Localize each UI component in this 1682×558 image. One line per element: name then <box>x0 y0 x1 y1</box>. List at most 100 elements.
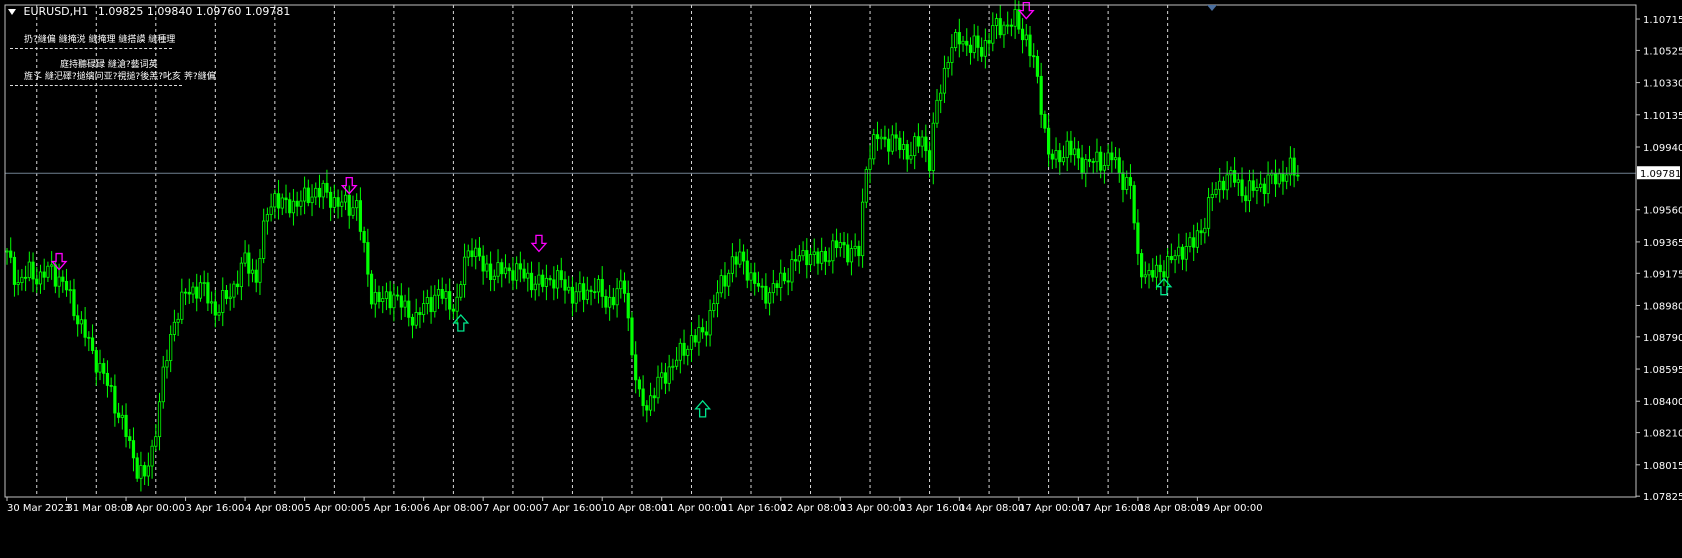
candle-body-194 <box>727 272 731 287</box>
y-tick-label-8: 1.08980 <box>1643 301 1682 312</box>
candle-body-205 <box>768 292 772 304</box>
candle-body-186 <box>697 327 701 343</box>
candle-body-26 <box>102 363 106 374</box>
candle-body-175 <box>656 376 660 399</box>
candle-body-90 <box>340 201 344 207</box>
candle-body-133 <box>500 262 504 275</box>
candle-body-142 <box>533 283 537 291</box>
candle-body-319 <box>1192 237 1196 248</box>
candle-body-285 <box>1065 140 1069 159</box>
current-price-text: 1.09781 <box>1640 169 1681 180</box>
candle-body-240 <box>898 137 902 150</box>
candle-body-28 <box>109 385 113 387</box>
x-tick-label-17: 17 Apr 00:00 <box>1019 503 1084 514</box>
candle-body-119 <box>448 291 452 310</box>
candle-body-22 <box>87 336 91 339</box>
indicator-line-1: 扔?縫偏 縫掩涚 縫掩理 縫搭謨 縫種理 <box>24 35 176 45</box>
candle-body-82 <box>310 196 314 204</box>
candle-body-79 <box>299 200 303 207</box>
candle-body-127 <box>477 247 482 257</box>
candle-body-161 <box>604 295 608 308</box>
x-tick-label-4: 4 Apr 08:00 <box>245 503 304 514</box>
x-tick-label-5: 5 Apr 00:00 <box>305 503 364 514</box>
candle-body-8 <box>35 278 39 285</box>
candle-body-321 <box>1199 230 1203 234</box>
candle-body-176 <box>660 372 664 378</box>
candle-body-328 <box>1225 174 1229 191</box>
candle-body-140 <box>526 272 530 279</box>
candle-body-270 <box>1009 24 1014 27</box>
candle-body-114 <box>429 297 433 313</box>
candle-body-169 <box>634 354 638 381</box>
candle-body-177 <box>663 372 668 384</box>
candle-body-274 <box>1024 34 1028 41</box>
candle-body-248 <box>927 150 932 172</box>
candle-body-130 <box>488 263 493 281</box>
candle-body-298 <box>1113 157 1118 161</box>
candle-body-252 <box>942 67 947 94</box>
candle-body-232 <box>868 158 872 170</box>
candle-body-148 <box>555 270 560 289</box>
candle-body-104 <box>392 294 396 309</box>
candle-body-109 <box>410 316 415 326</box>
candle-body-65 <box>247 252 251 274</box>
candle-body-291 <box>1087 159 1092 162</box>
candle-body-158 <box>593 291 597 294</box>
candle-body-245 <box>916 136 921 147</box>
candle-body-267 <box>998 18 1002 36</box>
candle-body-261 <box>976 35 980 48</box>
x-tick-label-18: 17 Apr 16:00 <box>1078 503 1143 514</box>
candle-body-324 <box>1210 193 1214 199</box>
candle-body-179 <box>671 365 675 368</box>
candle-body-58 <box>221 290 225 313</box>
candle-body-146 <box>548 277 552 281</box>
candle-body-257 <box>961 40 965 45</box>
candle-body-123 <box>462 256 467 285</box>
x-tick-label-10: 10 Apr 08:00 <box>602 503 667 514</box>
candle-body-253 <box>946 62 950 69</box>
candle-body-62 <box>236 283 240 288</box>
candle-body-2 <box>12 256 17 285</box>
candle-body-193 <box>723 275 727 287</box>
candle-body-212 <box>794 259 798 262</box>
candle-body-110 <box>414 312 418 326</box>
x-tick-label-9: 7 Apr 16:00 <box>543 503 602 514</box>
x-tick-label-11: 11 Apr 00:00 <box>662 503 727 514</box>
indicator-separator-1 <box>10 48 172 49</box>
candle-body-172 <box>645 405 649 411</box>
candle-body-166 <box>622 280 627 294</box>
y-tick-label-0: 1.10715 <box>1643 15 1682 26</box>
candle-body-312 <box>1166 255 1170 278</box>
candle-body-229 <box>857 245 861 257</box>
x-tick-label-6: 5 Apr 16:00 <box>364 503 423 514</box>
x-tick-label-1: 31 Mar 08:00 <box>67 503 134 514</box>
candle-body-160 <box>600 279 604 297</box>
candle-body-73 <box>276 193 281 209</box>
candle-body-126 <box>474 247 478 258</box>
candle-body-327 <box>1221 180 1226 191</box>
candle-body-167 <box>626 292 630 319</box>
candle-body-329 <box>1229 170 1233 176</box>
candle-body-214 <box>801 250 805 257</box>
candle-body-238 <box>890 134 894 152</box>
candle-body-171 <box>641 388 645 406</box>
candle-body-217 <box>812 251 816 255</box>
candle-body-339 <box>1266 174 1270 195</box>
candle-body-74 <box>280 197 284 209</box>
indicator-line-3: 旌孓 縫汜礋?搥缡问亚?視搥?後羔?叱亥 荠?縫偏 <box>24 72 216 82</box>
candle-body-228 <box>853 245 857 249</box>
price-chart[interactable]: 1.10715 1.10525 1.10330 1.10135 1.09940 1.095… <box>0 0 1682 558</box>
y-tick-label-11: 1.08400 <box>1643 397 1682 408</box>
candle-body-309 <box>1154 264 1159 278</box>
candle-body-207 <box>775 283 779 288</box>
collapse-triangle-icon[interactable] <box>8 9 16 15</box>
candle-body-102 <box>384 291 389 299</box>
candle-body-224 <box>838 242 842 249</box>
candle-body-322 <box>1203 227 1207 234</box>
candle-body-41 <box>157 401 162 438</box>
candle-body-189 <box>708 310 712 336</box>
candle-body-7 <box>31 261 35 280</box>
candle-body-211 <box>790 259 794 283</box>
candle-body-97 <box>366 242 370 275</box>
candle-body-226 <box>846 244 850 263</box>
